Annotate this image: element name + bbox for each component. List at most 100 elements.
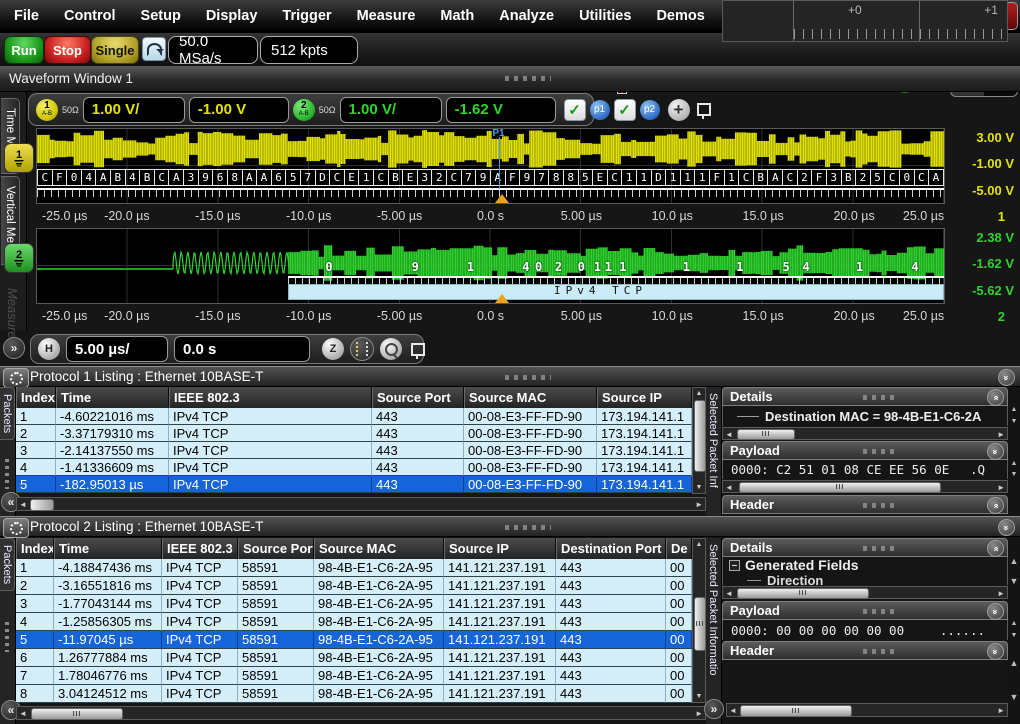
single-button[interactable]: Single [91,36,139,64]
scroll-right-arrow[interactable]: ► [997,587,1005,600]
protocol2-settings-button[interactable] [3,518,29,538]
scroll-left-arrow[interactable]: ◄ [19,707,27,720]
drag-grip[interactable] [505,375,551,380]
sample-rate-field[interactable]: 50.0 MSa/s [168,36,258,64]
collapse-up-button[interactable] [987,389,1004,406]
protocol2-payload-content[interactable]: 0000: 00 00 00 00 00 00 ...... [722,620,1008,640]
details-scrollbar[interactable]: ◄ ► [722,427,1008,440]
protocol2-details-bar[interactable]: Details [722,538,1008,557]
cursors-button[interactable] [350,337,374,361]
col-destination-port[interactable]: Destination Port [556,538,666,559]
protocol1-collapse-button[interactable] [998,369,1015,386]
scroll-right-arrow[interactable]: ► [997,481,1005,494]
pin-icon[interactable] [697,103,711,116]
collapse-up-button[interactable] [987,540,1004,557]
protocol1-details-content[interactable]: Destination MAC = 98-4B-E1-C6-2A [722,406,1008,426]
channel2-waveform-plot[interactable]: IPv4 TCP 0914020111115414 [36,228,945,304]
protocol1-details-bar[interactable]: Details [722,387,1008,406]
protocol1-horizontal-scrollbar[interactable]: ◄ ► [16,497,706,511]
clear-display-button[interactable] [142,37,166,61]
trigger-marker-icon[interactable] [495,194,509,203]
tree-collapse-icon[interactable] [729,560,740,571]
drag-grip[interactable] [505,76,551,81]
details-scrollbar[interactable]: ◄ ► [722,586,1008,599]
channel2-offset-field[interactable]: -1.62 V [446,97,556,123]
protocol2-vertical-scrollbar[interactable]: ▲ ▼ [692,538,706,703]
protocol2-details-content[interactable]: Generated Fields Direction [722,557,1008,585]
probe2-checkbox[interactable] [614,99,636,121]
channel1-badge[interactable]: 1 A-B [36,99,58,121]
protocol1-payload-bar[interactable]: Payload [722,441,1008,460]
timebase-scale-field[interactable]: 5.00 µs/ [66,336,168,362]
table-row[interactable]: 71.78046776 msIPv4 TCP5859198-4B-E1-C6-2… [16,667,692,685]
collapse-down-button[interactable] [987,443,1004,460]
scroll-up-arrow[interactable]: ▲ [693,539,705,550]
scroll-left-arrow[interactable]: ◄ [729,704,737,717]
mini-scroll-arrows[interactable]: ▲▼ [1008,620,1020,640]
protocol1-settings-button[interactable] [3,368,29,388]
protocol2-horizontal-scrollbar[interactable]: ◄ ► [16,706,706,720]
table-row[interactable]: 1-4.18847436 msIPv4 TCP5859198-4B-E1-C6-… [16,559,692,577]
protocol1-titlebar[interactable]: Protocol 1 Listing : Ethernet 10BASE-T [0,366,1020,387]
menu-trigger[interactable]: Trigger [282,8,331,24]
panel-expand-button[interactable]: » [704,699,724,719]
pin-icon[interactable] [411,343,425,356]
table-row[interactable]: 3-1.77043144 msIPv4 TCP5859198-4B-E1-C6-… [16,595,692,613]
scroll-down-arrow[interactable]: ▼ [693,482,705,493]
col-source-port[interactable]: Source Port [238,538,314,559]
menu-setup[interactable]: Setup [141,8,181,24]
channel1-offset-field[interactable]: -1.00 V [189,97,289,123]
add-channel-button[interactable]: + [668,99,690,121]
mini-scroll-arrows[interactable]: ▲▼ [1008,460,1020,479]
probe2-badge[interactable]: p2 [640,100,660,120]
channel2-ground-marker[interactable]: 2 [4,243,34,273]
scroll-right-arrow[interactable]: ► [997,428,1005,441]
protocol2-payload-bar[interactable]: Payload [722,601,1008,620]
scroll-right-arrow[interactable]: ► [997,704,1005,717]
timebase-position-field[interactable]: 0.0 s [174,336,310,362]
protocol2-titlebar[interactable]: Protocol 2 Listing : Ethernet 10BASE-T [0,516,1020,537]
col-index[interactable]: Index [16,387,56,408]
col-time[interactable]: Time [56,387,169,408]
table-row[interactable]: 5-11.97045 µsIPv4 TCP5859198-4B-E1-C6-2A… [16,631,692,649]
channel2-scale-field[interactable]: 1.00 V/ [340,97,442,123]
table-row[interactable]: 2-3.16551816 msIPv4 TCP5859198-4B-E1-C6-… [16,577,692,595]
menu-utilities[interactable]: Utilities [579,8,631,24]
menu-math[interactable]: Math [440,8,474,24]
scroll-down-arrow[interactable]: ▼ [693,691,705,702]
channel1-ground-marker[interactable]: 1 [4,143,34,173]
mini-scroll-arrows[interactable]: ▲▼ [1008,406,1020,426]
menu-file[interactable]: File [14,8,39,24]
protocol2-header-bar[interactable]: Header [722,641,1008,660]
scroll-right-arrow[interactable]: ► [695,498,703,511]
protocol1-payload-content[interactable]: 0000: C2 51 01 08 CE EE 56 0E .Q [722,460,1008,479]
col-de[interactable]: De [666,538,692,559]
sidebar-expand-button[interactable]: » [3,337,25,359]
menu-measure[interactable]: Measure [357,8,416,24]
memory-depth-field[interactable]: 512 kpts [260,36,358,64]
protocol1-header-bar[interactable]: Header [722,495,1008,514]
scroll-left-arrow[interactable]: ◄ [725,428,733,441]
col-source-mac[interactable]: Source MAC [314,538,444,559]
probe1-checkbox[interactable] [564,99,586,121]
table-row[interactable]: 4-1.41336609 msIPv4 TCP44300-08-E3-FF-FD… [16,459,692,476]
col-index[interactable]: Index [16,538,54,559]
protocol2-header-ruler[interactable]: +0 +1 [722,0,1008,42]
collapse-down-button[interactable] [987,603,1004,620]
col-source-port[interactable]: Source Port [372,387,464,408]
scroll-left-arrow[interactable]: ◄ [19,498,27,511]
channel1-waveform-plot[interactable]: CF04AB4BCA3968AA657DCE1CBE32C79AF97885EC… [36,128,945,204]
collapse-up-button[interactable] [987,497,1004,514]
table-row[interactable]: 1-4.60221016 msIPv4 TCP44300-08-E3-FF-FD… [16,408,692,425]
menu-analyze[interactable]: Analyze [499,8,554,24]
protocol2-packets-tab[interactable]: Packets [0,538,15,591]
table-row[interactable]: 61.26777884 msIPv4 TCP5859198-4B-E1-C6-2… [16,649,692,667]
probe1-badge[interactable]: p1 [590,100,610,120]
menu-control[interactable]: Control [64,8,116,24]
col-ieee-802-3[interactable]: IEEE 802.3 [169,387,372,408]
scroll-up-arrow[interactable]: ▲ [693,388,705,399]
scroll-right-arrow[interactable]: ► [695,707,703,720]
protocol2-panel-scrollbar[interactable]: ◄ ► [726,703,1008,717]
mini-scroll-arrows[interactable]: ▲▼ [1008,557,1020,585]
horizontal-badge[interactable]: H [38,338,60,360]
